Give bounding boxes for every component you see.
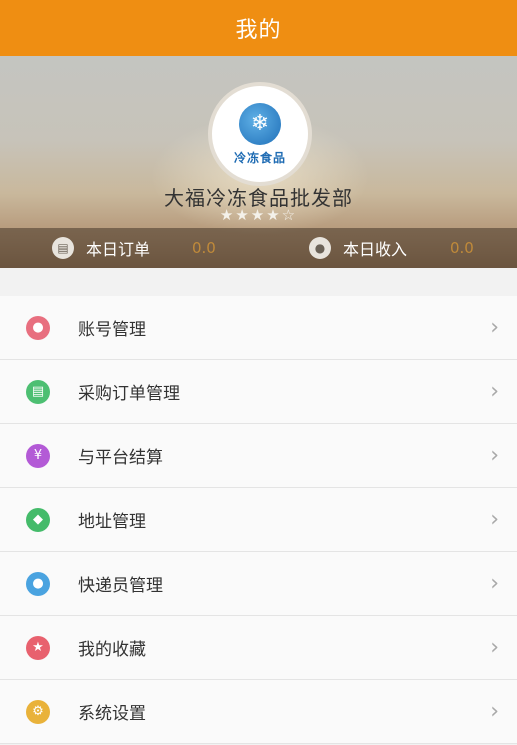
income-icon: ● [309,237,331,259]
menu-item-courier[interactable]: ● 快递员管理 › [0,552,517,616]
today-orders-value: 0.0 [192,239,216,257]
menu-item-account[interactable]: ● 账号管理 › [0,296,517,360]
menu-item-purchase-orders[interactable]: ▤ 采购订单管理 › [0,360,517,424]
user-icon: ● [26,315,50,340]
menu-item-label: 系统设置 [78,704,146,724]
today-orders-label: 本日订单 [86,240,151,259]
stats-bar: ▤ 本日订单 0.0 ● 本日收入 0.0 [0,228,517,268]
today-orders-stat[interactable]: ▤ 本日订单 0.0 [52,228,216,268]
menu-item-address[interactable]: ◆ 地址管理 › [0,488,517,552]
gear-icon: ⚙ [26,699,50,724]
location-icon: ◆ [26,507,50,532]
today-income-stat[interactable]: ● 本日收入 0.0 [309,228,474,268]
today-income-label: 本日收入 [343,240,408,259]
menu-item-label: 快递员管理 [78,576,163,596]
snowflake-icon: ❄ [239,102,281,145]
menu-list: ● 账号管理 › ▤ 采购订单管理 › ¥ 与平台结算 › ◆ 地址管理 › ● 快递员管理 › ★ 我的收藏 ›… [0,296,517,744]
profile-header: ❄ 冷冻食品 大福冷冻食品批发部 ★★★★☆ ▤ 本日订单 0.0 ● 本日收入… [0,56,517,268]
menu-item-label: 账号管理 [78,320,146,340]
logo-text: 冷冻食品 [233,150,286,165]
menu-item-label: 我的收藏 [78,640,146,660]
menu-item-label: 与平台结算 [78,448,163,468]
top-bar: 我的 [0,0,517,56]
menu-item-label: 地址管理 [78,512,146,532]
order-list-icon: ▤ [26,379,50,404]
yuan-icon: ¥ [26,443,50,468]
star-icon: ★ [26,635,50,660]
page-title: 我的 [235,18,282,43]
chevron-right-icon: › [490,634,499,660]
chevron-right-icon: › [490,698,499,724]
chevron-right-icon: › [490,314,499,340]
chevron-right-icon: › [490,442,499,468]
rating-stars: ★★★★☆ [219,206,298,224]
store-avatar[interactable]: ❄ 冷冻食品 [208,82,312,186]
chevron-right-icon: › [490,570,499,596]
menu-item-label: 采购订单管理 [78,384,180,404]
menu-item-settings[interactable]: ⚙ 系统设置 › [0,680,517,744]
menu-item-favorites[interactable]: ★ 我的收藏 › [0,616,517,680]
menu-item-settlement[interactable]: ¥ 与平台结算 › [0,424,517,488]
chevron-right-icon: › [490,378,499,404]
courier-icon: ● [26,571,50,596]
chevron-right-icon: › [490,506,499,532]
today-income-value: 0.0 [450,239,474,257]
order-icon: ▤ [52,237,74,259]
